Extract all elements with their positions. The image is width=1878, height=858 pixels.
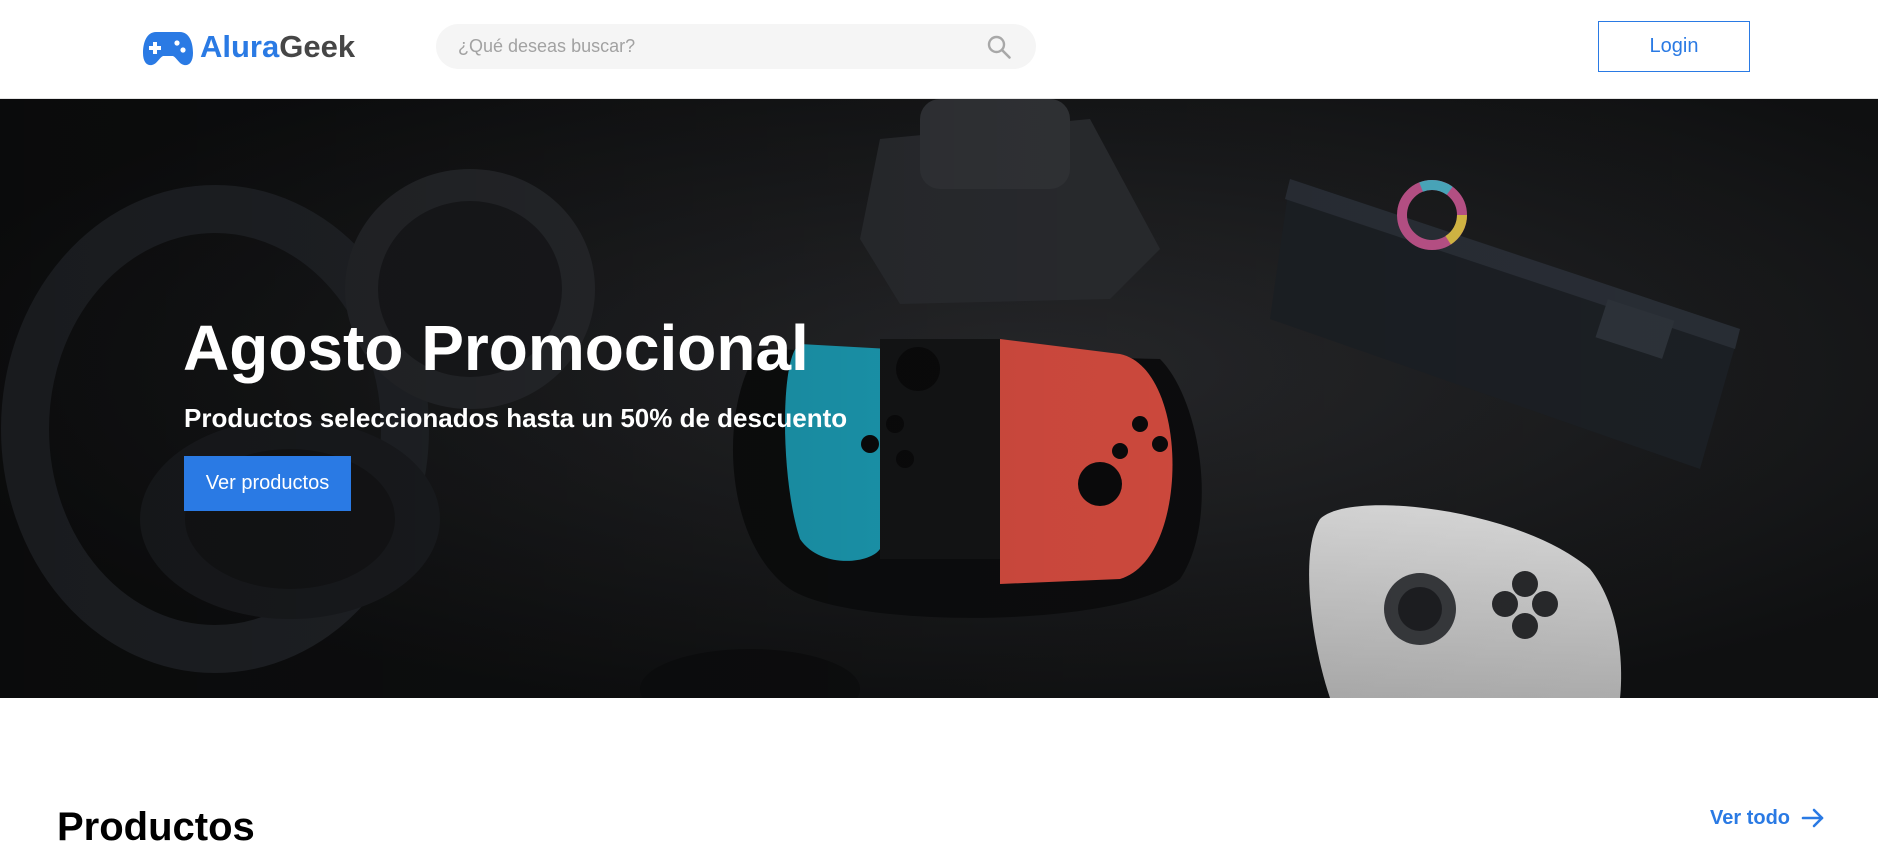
gamepad-icon: [143, 32, 193, 66]
site-header: AluraGeek Login: [0, 0, 1878, 99]
logo-link[interactable]: AluraGeek: [142, 26, 355, 68]
hero-subtitle: Productos seleccionados hasta un 50% de …: [184, 403, 848, 433]
logo-text-alura: Alura: [200, 29, 280, 64]
logo-text-geek: Geek: [279, 29, 356, 64]
search-icon: [987, 35, 1011, 59]
search-button[interactable]: [976, 24, 1022, 69]
hero-title: Agosto Promocional: [183, 312, 809, 384]
see-all-label: Ver todo: [1710, 807, 1791, 829]
arrow-right-icon: [1801, 808, 1824, 828]
hero-banner: Agosto Promocional Productos seleccionad…: [0, 99, 1878, 698]
view-products-button[interactable]: Ver productos: [184, 456, 351, 511]
logo-text: AluraGeek: [200, 26, 355, 68]
see-all-link[interactable]: Ver todo: [1710, 803, 1826, 833]
login-button[interactable]: Login: [1598, 21, 1750, 72]
search-input[interactable]: [436, 24, 976, 69]
search-bar: [436, 24, 1036, 69]
hero-overlay: [0, 99, 1878, 698]
section-title: Productos: [57, 805, 255, 849]
